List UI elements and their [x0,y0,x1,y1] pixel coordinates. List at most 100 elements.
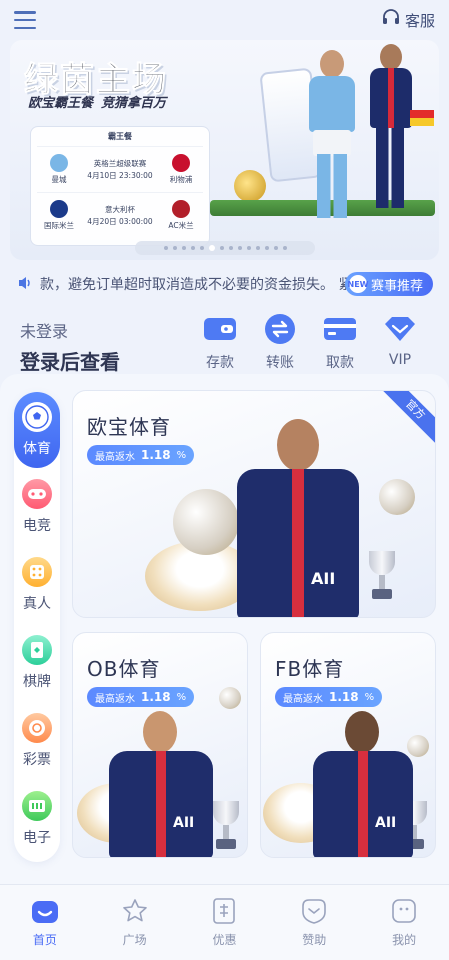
sidebar-item-label: 棋牌 [23,674,51,690]
event-recommend-button[interactable]: NEW 赛事推荐 [344,272,433,296]
nav-promotions[interactable]: 优惠 [189,897,259,948]
sidebar-item-label: 电子 [23,830,51,846]
sidebar-item-slots[interactable]: 电子 [14,784,60,854]
rebate-unit: % [364,691,375,703]
customer-service-label: 客服 [404,11,435,30]
wallet-icon [203,312,237,346]
nav-sponsorship[interactable]: 赞助 [279,897,349,948]
nav-profile[interactable]: 我的 [369,897,439,948]
sidebar-item-label: 体育 [23,441,51,457]
banner-subtitle: 欧宝霸王餐 竞猜拿百万 [28,92,166,111]
rebate-badge: 最高返水 1.18 % [87,687,195,707]
match-time: 23:30:00 [119,170,153,180]
coupon-icon [210,897,238,925]
bottom-navigation: 首页 广场 优惠 赞助 我的 [0,884,449,960]
carousel-dot[interactable] [163,246,168,250]
event-recommend-label: 赛事推荐 [370,278,423,294]
transfer-label: 转账 [266,355,294,371]
rebate-value: 1.18 [329,690,359,704]
lottery-ball-icon [22,713,52,743]
game-card-ob-sports[interactable]: OB体育 最高返水 1.18 % AII [72,632,248,858]
sidebar-item-chess-cards[interactable]: 棋牌 [14,628,60,698]
carousel-dot[interactable] [208,245,215,251]
sidebar-item-lottery[interactable]: 彩票 [14,706,60,776]
player-illustration [295,50,365,220]
login-cta[interactable]: 登录后查看 [20,346,120,375]
withdraw-button[interactable]: 取款 [312,312,368,372]
rebate-value: 1.18 [141,690,171,704]
sidebar-item-live[interactable]: 真人 [14,550,60,620]
medal-icon [234,170,266,202]
carousel-dot[interactable] [172,246,177,250]
diamond-icon [383,312,417,346]
nav-label: 赞助 [302,933,327,947]
customer-service-button[interactable]: 客服 [381,8,435,32]
player-illustration [360,44,420,214]
carousel-dot[interactable] [264,246,269,250]
cards-icon [22,635,52,665]
carousel-dot[interactable] [199,246,204,250]
headset-icon [381,8,401,32]
transfer-button[interactable]: 转账 [252,312,308,372]
carousel-dot[interactable] [190,246,195,250]
deposit-button[interactable]: 存款 [192,312,248,372]
shirt-sponsor-text: AII [173,815,195,831]
rebate-label: 最高返水 [283,693,323,705]
sidebar-item-label: 电竞 [23,518,51,534]
trophy-icon [369,551,395,601]
rebate-value: 1.18 [141,448,171,462]
nav-square[interactable]: 广场 [100,897,170,948]
nav-home[interactable]: 首页 [10,897,80,948]
gamepad-icon [22,479,52,509]
carousel-dot[interactable] [181,246,186,250]
rebate-badge: 最高返水 1.18 % [275,687,383,707]
home-team: 国际米兰 [37,200,81,231]
nav-label: 广场 [122,933,147,947]
withdraw-label: 取款 [326,355,354,371]
nav-label: 优惠 [212,933,237,947]
carousel-dot[interactable] [219,246,224,250]
sidebar-item-label: 彩票 [23,752,51,768]
vip-button[interactable]: VIP [372,312,428,368]
shirt-sponsor-text: AII [311,569,336,588]
transfer-icon [263,312,297,346]
home-team: 曼城 [37,154,81,185]
game-card-fb-sports[interactable]: FB体育 最高返水 1.18 % AII [260,632,436,858]
carousel-dot[interactable] [282,246,287,250]
away-team-name: AC米兰 [168,221,194,230]
game-card-obao-sports[interactable]: 欧宝体育 最高返水 1.18 % 官方 AII [72,390,436,618]
rebate-label: 最高返水 [95,693,135,705]
team-crest-icon [172,200,190,218]
login-prompt[interactable]: 未登录 登录后查看 [20,318,120,375]
sidebar-item-label: 真人 [23,596,51,612]
team-crest-icon [50,200,68,218]
trophy-icon [213,801,239,851]
carousel-pagination[interactable] [135,241,315,255]
carousel-dot[interactable] [228,246,233,250]
shirt-sponsor-text: AII [375,815,397,831]
banner-subtitle-left: 欧宝霸王餐 [28,96,94,111]
dice-icon [22,557,52,587]
carousel-dot[interactable] [246,246,251,250]
player-photo: AII [233,419,363,617]
hamburger-menu-icon[interactable] [14,11,36,29]
carousel-dot[interactable] [255,246,260,250]
home-icon [31,897,59,925]
nav-label: 首页 [32,933,57,947]
card-title: 欧宝体育 [87,415,171,439]
carousel-dot[interactable] [237,246,242,250]
soccer-ball-icon [379,479,415,515]
away-team-name: 利物浦 [169,175,193,184]
rebate-unit: % [176,691,187,703]
promo-banner[interactable]: 绿茵主场 欧宝霸王餐 竞猜拿百万 霸王餐 曼城 英格兰超级联赛 4月10日 23… [10,40,439,260]
carousel-dot[interactable] [273,246,278,250]
soccer-ball-icon [219,687,241,709]
card-title: FB体育 [275,657,345,681]
home-team-name: 曼城 [51,175,67,184]
home-team-name: 国际米兰 [44,221,74,230]
sidebar-item-sports[interactable]: 体育 [14,392,60,468]
player-photo: AII [109,711,213,857]
card-icon [323,312,357,346]
sidebar-item-esports[interactable]: 电竞 [14,472,60,542]
team-crest-icon [50,154,68,172]
